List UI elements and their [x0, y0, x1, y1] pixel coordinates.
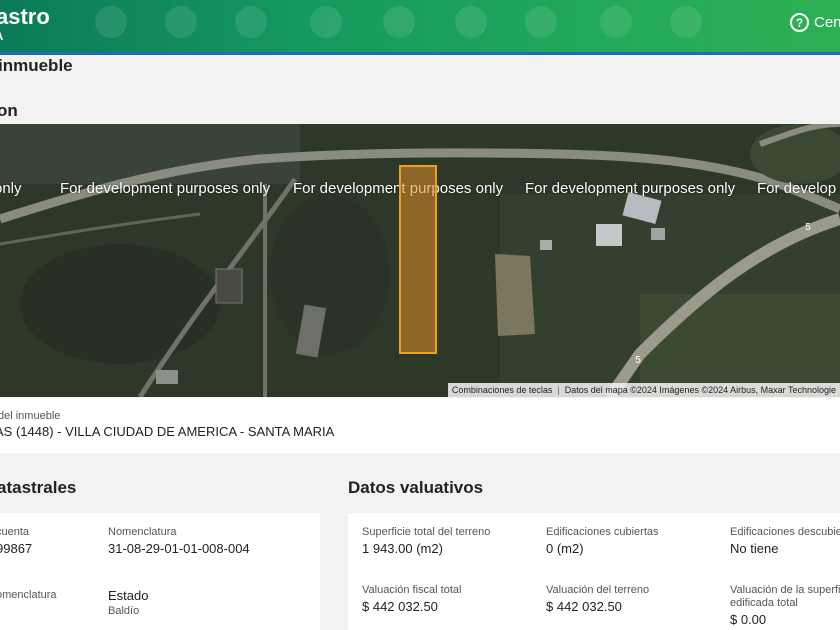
map-data-credit[interactable]: Datos del mapa ©2024 Imágenes ©2024 Airb… — [565, 385, 836, 395]
field-nomenclatura: Nomenclatura 31-08-29-01-01-008-004 — [108, 526, 250, 556]
map-watermark: For development purposes only — [525, 180, 736, 197]
address-value: AS (1448) - VILLA CIUDAD DE AMERICA - SA… — [0, 424, 335, 439]
help-center-link[interactable]: ? Cen — [790, 13, 840, 32]
field-valuacion-terreno: Valuación del terreno $ 442 032.50 — [546, 584, 650, 614]
field-edificaciones-cubiertas: Edificaciones cubiertas 0 (m2) — [546, 526, 659, 556]
field-estado: Estado Baldío — [108, 588, 149, 617]
keyboard-shortcuts-link[interactable]: Combinaciones de teclas — [452, 385, 553, 395]
field-valuacion-superficie-edificada: Valuación de la superfic edificada total… — [730, 584, 840, 627]
help-icon: ? — [790, 13, 809, 32]
address-panel: del inmueble AS (1448) - VILLA CIUDAD DE… — [0, 398, 840, 453]
field-cuenta: cuenta 99867 — [0, 526, 33, 556]
road-marker: 5 — [635, 355, 641, 366]
satellite-map[interactable]: only For development purposes only For d… — [0, 124, 840, 397]
catastrales-card: cuenta 99867 Nomenclatura 31-08-29-01-01… — [0, 513, 320, 630]
map-watermark: only — [0, 180, 22, 197]
parcel-highlight[interactable] — [399, 165, 437, 354]
map-watermark: For development purposes only — [60, 180, 271, 197]
header-accent-line — [0, 52, 840, 55]
field-nomenclatura-anterior: omenclatura — [0, 589, 57, 601]
field-valuacion-fiscal: Valuación fiscal total $ 442 032.50 — [362, 584, 462, 614]
valuativos-card: Superficie total del terreno 1 943.00 (m… — [348, 513, 840, 630]
heading-datos-valuativos: Datos valuativos — [348, 478, 484, 497]
section-title-location: on — [0, 101, 18, 120]
address-label: del inmueble — [0, 410, 61, 422]
map-watermark: For develop — [757, 180, 837, 197]
heading-datos-catastrales: atastrales — [0, 478, 77, 497]
road-marker: 5 — [805, 222, 811, 233]
app-header: astro A ? Cen — [0, 0, 840, 52]
brand-subtitle: A — [0, 28, 3, 43]
help-label: Cen — [814, 14, 840, 31]
map-attribution: Combinaciones de teclas | Datos del mapa… — [447, 383, 840, 397]
field-superficie-total: Superficie total del terreno 1 943.00 (m… — [362, 526, 491, 556]
field-edificaciones-descubiertas: Edificaciones descubie No tiene — [730, 526, 840, 556]
page-title: inmueble — [0, 56, 73, 75]
brand-logo[interactable]: astro — [0, 4, 50, 30]
